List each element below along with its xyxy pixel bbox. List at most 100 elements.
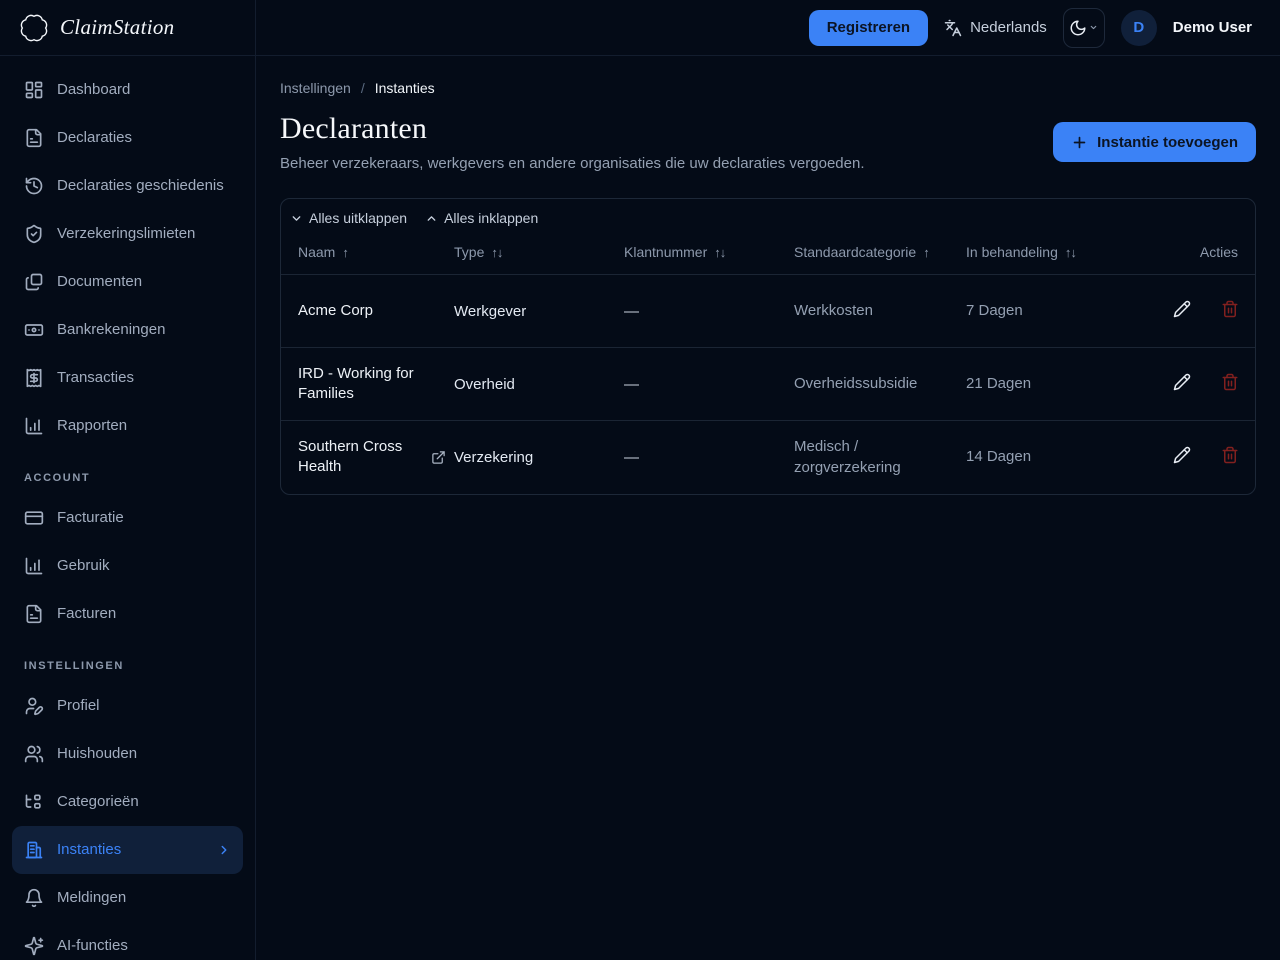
top-bar: ClaimStation Registreren Nederlands D De… xyxy=(0,0,1280,56)
row-name: Southern Cross Health xyxy=(298,438,403,476)
table-header-row: Naam ↑ Type ↑↓ Klantnummer ↑↓ Standaardcate… xyxy=(281,230,1255,275)
column-header-type[interactable]: Type ↑↓ xyxy=(454,230,624,275)
brand-flower-icon xyxy=(20,14,48,42)
pencil-icon xyxy=(1173,447,1191,464)
sidebar-item-label: Declaraties xyxy=(57,129,133,147)
pencil-icon xyxy=(1173,300,1191,318)
sidebar-item-transacties[interactable]: Transacties xyxy=(12,354,243,402)
top-bar-controls: Registreren Nederlands D Demo User xyxy=(256,0,1280,55)
brand-name: ClaimStation xyxy=(60,15,175,39)
breadcrumb-separator: / xyxy=(360,80,365,96)
collapse-all-label: Alles inklappen xyxy=(444,210,539,226)
languages-icon xyxy=(944,19,962,37)
bar-chart-icon xyxy=(24,416,44,436)
delete-button[interactable] xyxy=(1219,298,1241,320)
sidebar-item-instanties[interactable]: Instanties xyxy=(12,826,243,874)
receipt-icon xyxy=(24,368,44,388)
history-icon xyxy=(24,176,44,196)
sort-asc-icon[interactable]: ↑ xyxy=(923,245,929,260)
delete-button[interactable] xyxy=(1219,444,1241,466)
dashboard-icon xyxy=(24,80,44,100)
sidebar-item-documenten[interactable]: Documenten xyxy=(12,258,243,306)
page-subtitle: Beheer verzekeraars, werkgevers en ander… xyxy=(280,155,865,172)
theme-toggle-button[interactable] xyxy=(1062,7,1105,48)
delete-button[interactable] xyxy=(1219,371,1241,393)
register-button[interactable]: Registreren xyxy=(808,9,929,46)
expand-all-label: Alles uitklappen xyxy=(309,210,408,226)
edit-button[interactable] xyxy=(1171,371,1193,393)
column-header-in-behandeling[interactable]: In behandeling ↑↓ xyxy=(966,230,1116,275)
sidebar-item-ai-functies[interactable]: AI-functies xyxy=(12,922,243,960)
trash-icon xyxy=(1222,447,1238,464)
chevron-right-icon xyxy=(217,843,231,857)
edit-button[interactable] xyxy=(1171,444,1193,466)
sort-asc-icon[interactable]: ↑ xyxy=(342,245,348,260)
external-link-icon[interactable] xyxy=(431,450,446,465)
tree-icon xyxy=(24,792,44,812)
sidebar-item-categorieen[interactable]: Categorieën xyxy=(12,778,243,826)
users-icon xyxy=(24,744,44,764)
breadcrumb-instanties: Instanties xyxy=(374,80,435,96)
sort-both-icon[interactable]: ↑↓ xyxy=(1065,245,1077,260)
row-default-category: Werkkosten xyxy=(794,274,966,348)
row-name: Acme Corp xyxy=(281,274,454,348)
expand-all-button[interactable]: Alles uitklappen xyxy=(290,210,407,226)
sidebar-item-profiel[interactable]: Profiel xyxy=(12,682,243,730)
sidebar-section-account: ACCOUNT xyxy=(24,472,91,484)
collapse-all-button[interactable]: Alles inklappen xyxy=(425,210,538,226)
copies-icon xyxy=(24,272,44,292)
column-header-standaardcategorie[interactable]: Standaardcategorie ↑ xyxy=(794,230,966,275)
sidebar-item-meldingen[interactable]: Meldingen xyxy=(12,874,243,922)
brand-logo[interactable]: ClaimStation xyxy=(0,0,256,55)
sidebar-item-huishouden[interactable]: Huishouden xyxy=(12,730,243,778)
row-default-category: Medisch / zorgverzekering xyxy=(794,437,901,477)
sidebar-item-label: Facturen xyxy=(57,605,117,623)
sidebar-item-dashboard[interactable]: Dashboard xyxy=(12,66,243,114)
banknote-icon xyxy=(24,320,44,340)
instanties-table: Naam ↑ Type ↑↓ Klantnummer ↑↓ Standaardcate… xyxy=(281,230,1255,494)
sidebar-item-gebruik[interactable]: Gebruik xyxy=(12,542,243,590)
sidebar-item-declaraties-geschiedenis[interactable]: Declaraties geschiedenis xyxy=(12,162,243,210)
column-header-klantnummer[interactable]: Klantnummer ↑↓ xyxy=(624,230,794,275)
bar-chart-icon xyxy=(24,556,44,576)
sidebar-item-label: AI-functies xyxy=(57,937,128,955)
sidebar-item-rapporten[interactable]: Rapporten xyxy=(12,402,243,450)
user-pen-icon xyxy=(24,696,44,716)
column-header-acties: Acties xyxy=(1116,230,1255,275)
sidebar-item-facturen[interactable]: Facturen xyxy=(12,590,243,638)
sidebar-item-label: Verzekeringslimieten xyxy=(57,225,196,243)
breadcrumb-instellingen[interactable]: Instellingen xyxy=(280,80,351,96)
sidebar-item-label: Transacties xyxy=(57,369,134,387)
chevron-down-icon xyxy=(1089,23,1098,32)
sort-both-icon[interactable]: ↑↓ xyxy=(491,245,503,260)
edit-button[interactable] xyxy=(1171,298,1193,320)
moon-icon xyxy=(1069,19,1087,37)
row-processing: 21 Dagen xyxy=(966,347,1116,421)
table-row: Southern Cross Health Verzekering — Medi… xyxy=(281,421,1255,494)
avatar[interactable]: D xyxy=(1120,9,1157,46)
sidebar-item-verzekeringslimieten[interactable]: Verzekeringslimieten xyxy=(12,210,243,258)
sidebar-item-label: Bankrekeningen xyxy=(57,321,166,339)
sidebar-item-bankrekeningen[interactable]: Bankrekeningen xyxy=(12,306,243,354)
sidebar-item-label: Categorieën xyxy=(57,793,139,811)
file-text-icon xyxy=(24,604,44,624)
add-instantie-button[interactable]: Instantie toevoegen xyxy=(1053,122,1256,162)
chevron-up-icon xyxy=(425,212,438,225)
sidebar-item-label: Gebruik xyxy=(57,557,110,575)
bell-icon xyxy=(24,888,44,908)
sidebar-section-instellingen: INSTELLINGEN xyxy=(24,660,124,672)
language-switcher[interactable]: Nederlands xyxy=(944,19,1047,37)
sort-both-icon[interactable]: ↑↓ xyxy=(714,245,726,260)
sidebar-item-label: Declaraties geschiedenis xyxy=(57,177,224,195)
sidebar-item-facturatie[interactable]: Facturatie xyxy=(12,494,243,542)
sidebar-item-declaraties[interactable]: Declaraties xyxy=(12,114,243,162)
sidebar-item-label: Facturatie xyxy=(57,509,124,527)
main-content: Instellingen / Instanties Declaranten Be… xyxy=(256,56,1280,960)
plus-icon xyxy=(1071,134,1088,151)
column-header-naam[interactable]: Naam ↑ xyxy=(281,230,454,275)
language-label: Nederlands xyxy=(970,19,1047,36)
pencil-icon xyxy=(1173,373,1191,391)
row-name: IRD - Working for Families xyxy=(281,347,454,421)
table-row: IRD - Working for Families Overheid — Ov… xyxy=(281,347,1255,421)
sidebar-item-label: Meldingen xyxy=(57,889,127,907)
